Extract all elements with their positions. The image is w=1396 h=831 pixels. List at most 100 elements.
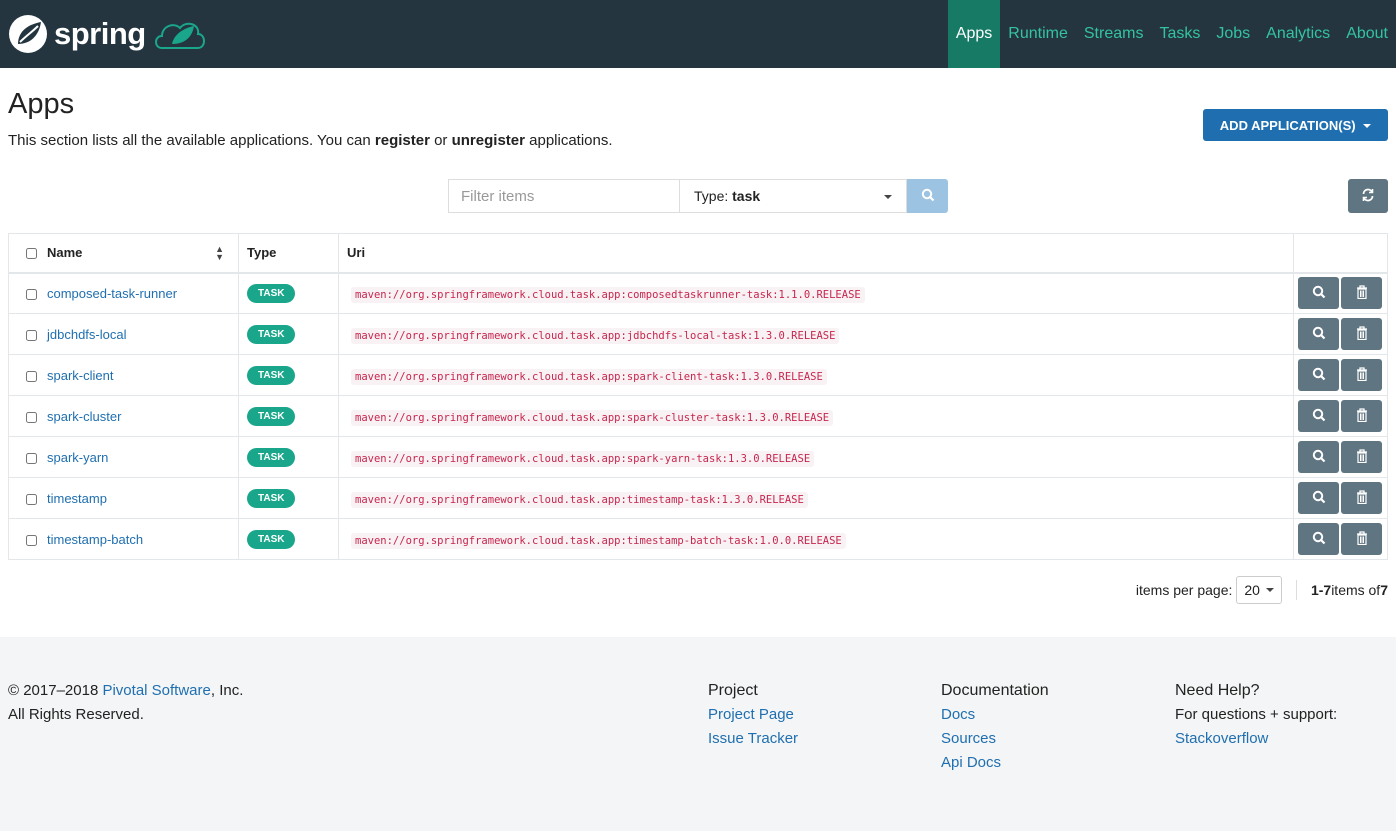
unregister-button[interactable] [1341,277,1382,310]
row-checkbox[interactable] [26,329,37,341]
app-name-link[interactable]: timestamp [47,491,107,506]
app-name-link[interactable]: spark-cluster [47,409,121,424]
cell-type: TASK [238,395,339,437]
select-all-checkbox[interactable] [26,247,37,259]
docs-link[interactable]: Docs [941,706,975,723]
details-button[interactable] [1298,318,1339,350]
unregister-button[interactable] [1341,318,1382,350]
search-icon [1312,326,1325,339]
header-actions [1293,233,1388,274]
type-badge: TASK [247,284,296,304]
unregister-button[interactable] [1341,523,1382,555]
cell-name: spark-client [8,354,239,396]
cloud-leaf-icon [154,22,205,49]
nav-apps[interactable]: Apps [947,0,1001,68]
type-label: Type: [694,188,733,204]
search-icon [1312,490,1325,503]
trash-icon [1356,407,1367,422]
app-name-link[interactable]: timestamp-batch [47,532,143,547]
type-badge: TASK [247,448,296,467]
app-name-link[interactable]: jdbchdfs-local [47,327,127,342]
api-docs-link[interactable]: Api Docs [941,754,1001,771]
nav-analytics[interactable]: Analytics [1258,0,1338,68]
details-button[interactable] [1298,400,1339,432]
refresh-button[interactable] [1348,179,1388,213]
desc-text: This section lists all the available app… [8,132,375,149]
per-page-value: 20 [1244,582,1260,598]
app-uri: maven://org.springframework.cloud.task.a… [351,410,834,426]
cell-uri: maven://org.springframework.cloud.task.a… [338,518,1294,560]
table-row: spark-yarn TASK maven://org.springframew… [8,436,1388,478]
nav-tasks[interactable]: Tasks [1151,0,1208,68]
refresh-icon [1362,188,1374,201]
table-row: timestamp-batch TASK maven://org.springf… [8,518,1388,560]
row-checkbox[interactable] [26,452,37,464]
nav-about[interactable]: About [1338,0,1396,68]
project-page-link[interactable]: Project Page [708,706,794,723]
desc-register: register [374,132,430,149]
spring-logo[interactable]: spring [8,14,208,54]
sort-icon[interactable]: ▲ ▼ [215,244,224,261]
per-page-select[interactable]: 20 [1236,576,1282,604]
unregister-button[interactable] [1341,400,1382,432]
details-button[interactable] [1298,359,1339,391]
trash-icon [1356,448,1367,463]
search-icon [1312,285,1325,299]
page-title: Apps [8,88,75,120]
details-button[interactable] [1298,482,1339,514]
cell-type: TASK [238,313,339,355]
details-button[interactable] [1298,523,1339,555]
cell-uri: maven://org.springframework.cloud.task.a… [338,272,1294,314]
total-items: 7 [1380,582,1388,598]
details-button[interactable] [1298,441,1339,473]
row-checkbox[interactable] [26,289,37,301]
cell-uri: maven://org.springframework.cloud.task.a… [338,395,1294,437]
trash-icon [1356,366,1367,381]
nav-streams[interactable]: Streams [1076,0,1152,68]
app-name-link[interactable]: spark-client [47,368,113,383]
search-button[interactable] [907,179,948,213]
issue-tracker-link[interactable]: Issue Tracker [708,730,798,747]
add-applications-button[interactable]: ADD APPLICATION(S) [1203,109,1388,141]
footer-project-title: Project [708,682,758,699]
unregister-button[interactable] [1341,441,1382,473]
stackoverflow-link[interactable]: Stackoverflow [1175,730,1268,747]
app-name-link[interactable]: composed-task-runner [47,286,177,301]
trash-icon [1356,285,1367,299]
header-name[interactable]: Name ▲ ▼ [8,233,239,274]
type-badge: TASK [247,325,296,344]
table-row: spark-client TASK maven://org.springfram… [8,354,1388,396]
cell-type: TASK [238,518,339,560]
cell-name: composed-task-runner [8,272,239,314]
type-badge: TASK [247,489,296,508]
row-checkbox[interactable] [26,411,37,423]
row-checkbox[interactable] [26,534,37,546]
cell-actions [1293,313,1388,355]
search-icon [1312,408,1325,421]
app-name-link[interactable]: spark-yarn [47,450,108,465]
help-text: For questions + support: [1175,706,1338,723]
row-checkbox[interactable] [26,493,37,505]
copyright-inc: , Inc. [210,682,244,699]
app-uri: maven://org.springframework.cloud.task.a… [351,369,827,385]
filter-input[interactable] [448,179,680,213]
type-select[interactable]: Type: task [680,179,907,213]
pagination: items per page: 20 1-7 items of 7 [1136,576,1388,604]
cell-uri: maven://org.springframework.cloud.task.a… [338,313,1294,355]
nav-runtime[interactable]: Runtime [1000,0,1076,68]
app-uri: maven://org.springframework.cloud.task.a… [351,451,815,467]
cell-actions [1293,477,1388,519]
nav-jobs[interactable]: Jobs [1208,0,1258,68]
footer-docs-title: Documentation [941,682,1049,699]
table-row: timestamp TASK maven://org.springframewo… [8,477,1388,519]
pivotal-link[interactable]: Pivotal Software [102,682,210,699]
unregister-button[interactable] [1341,482,1382,514]
unregister-button[interactable] [1341,359,1382,391]
cell-type: TASK [238,477,339,519]
details-button[interactable] [1298,277,1339,310]
sources-link[interactable]: Sources [941,730,996,747]
desc-unregister: unregister [451,132,525,149]
row-checkbox[interactable] [26,370,37,382]
cell-type: TASK [238,436,339,478]
table-row: spark-cluster TASK maven://org.springfra… [8,395,1388,437]
